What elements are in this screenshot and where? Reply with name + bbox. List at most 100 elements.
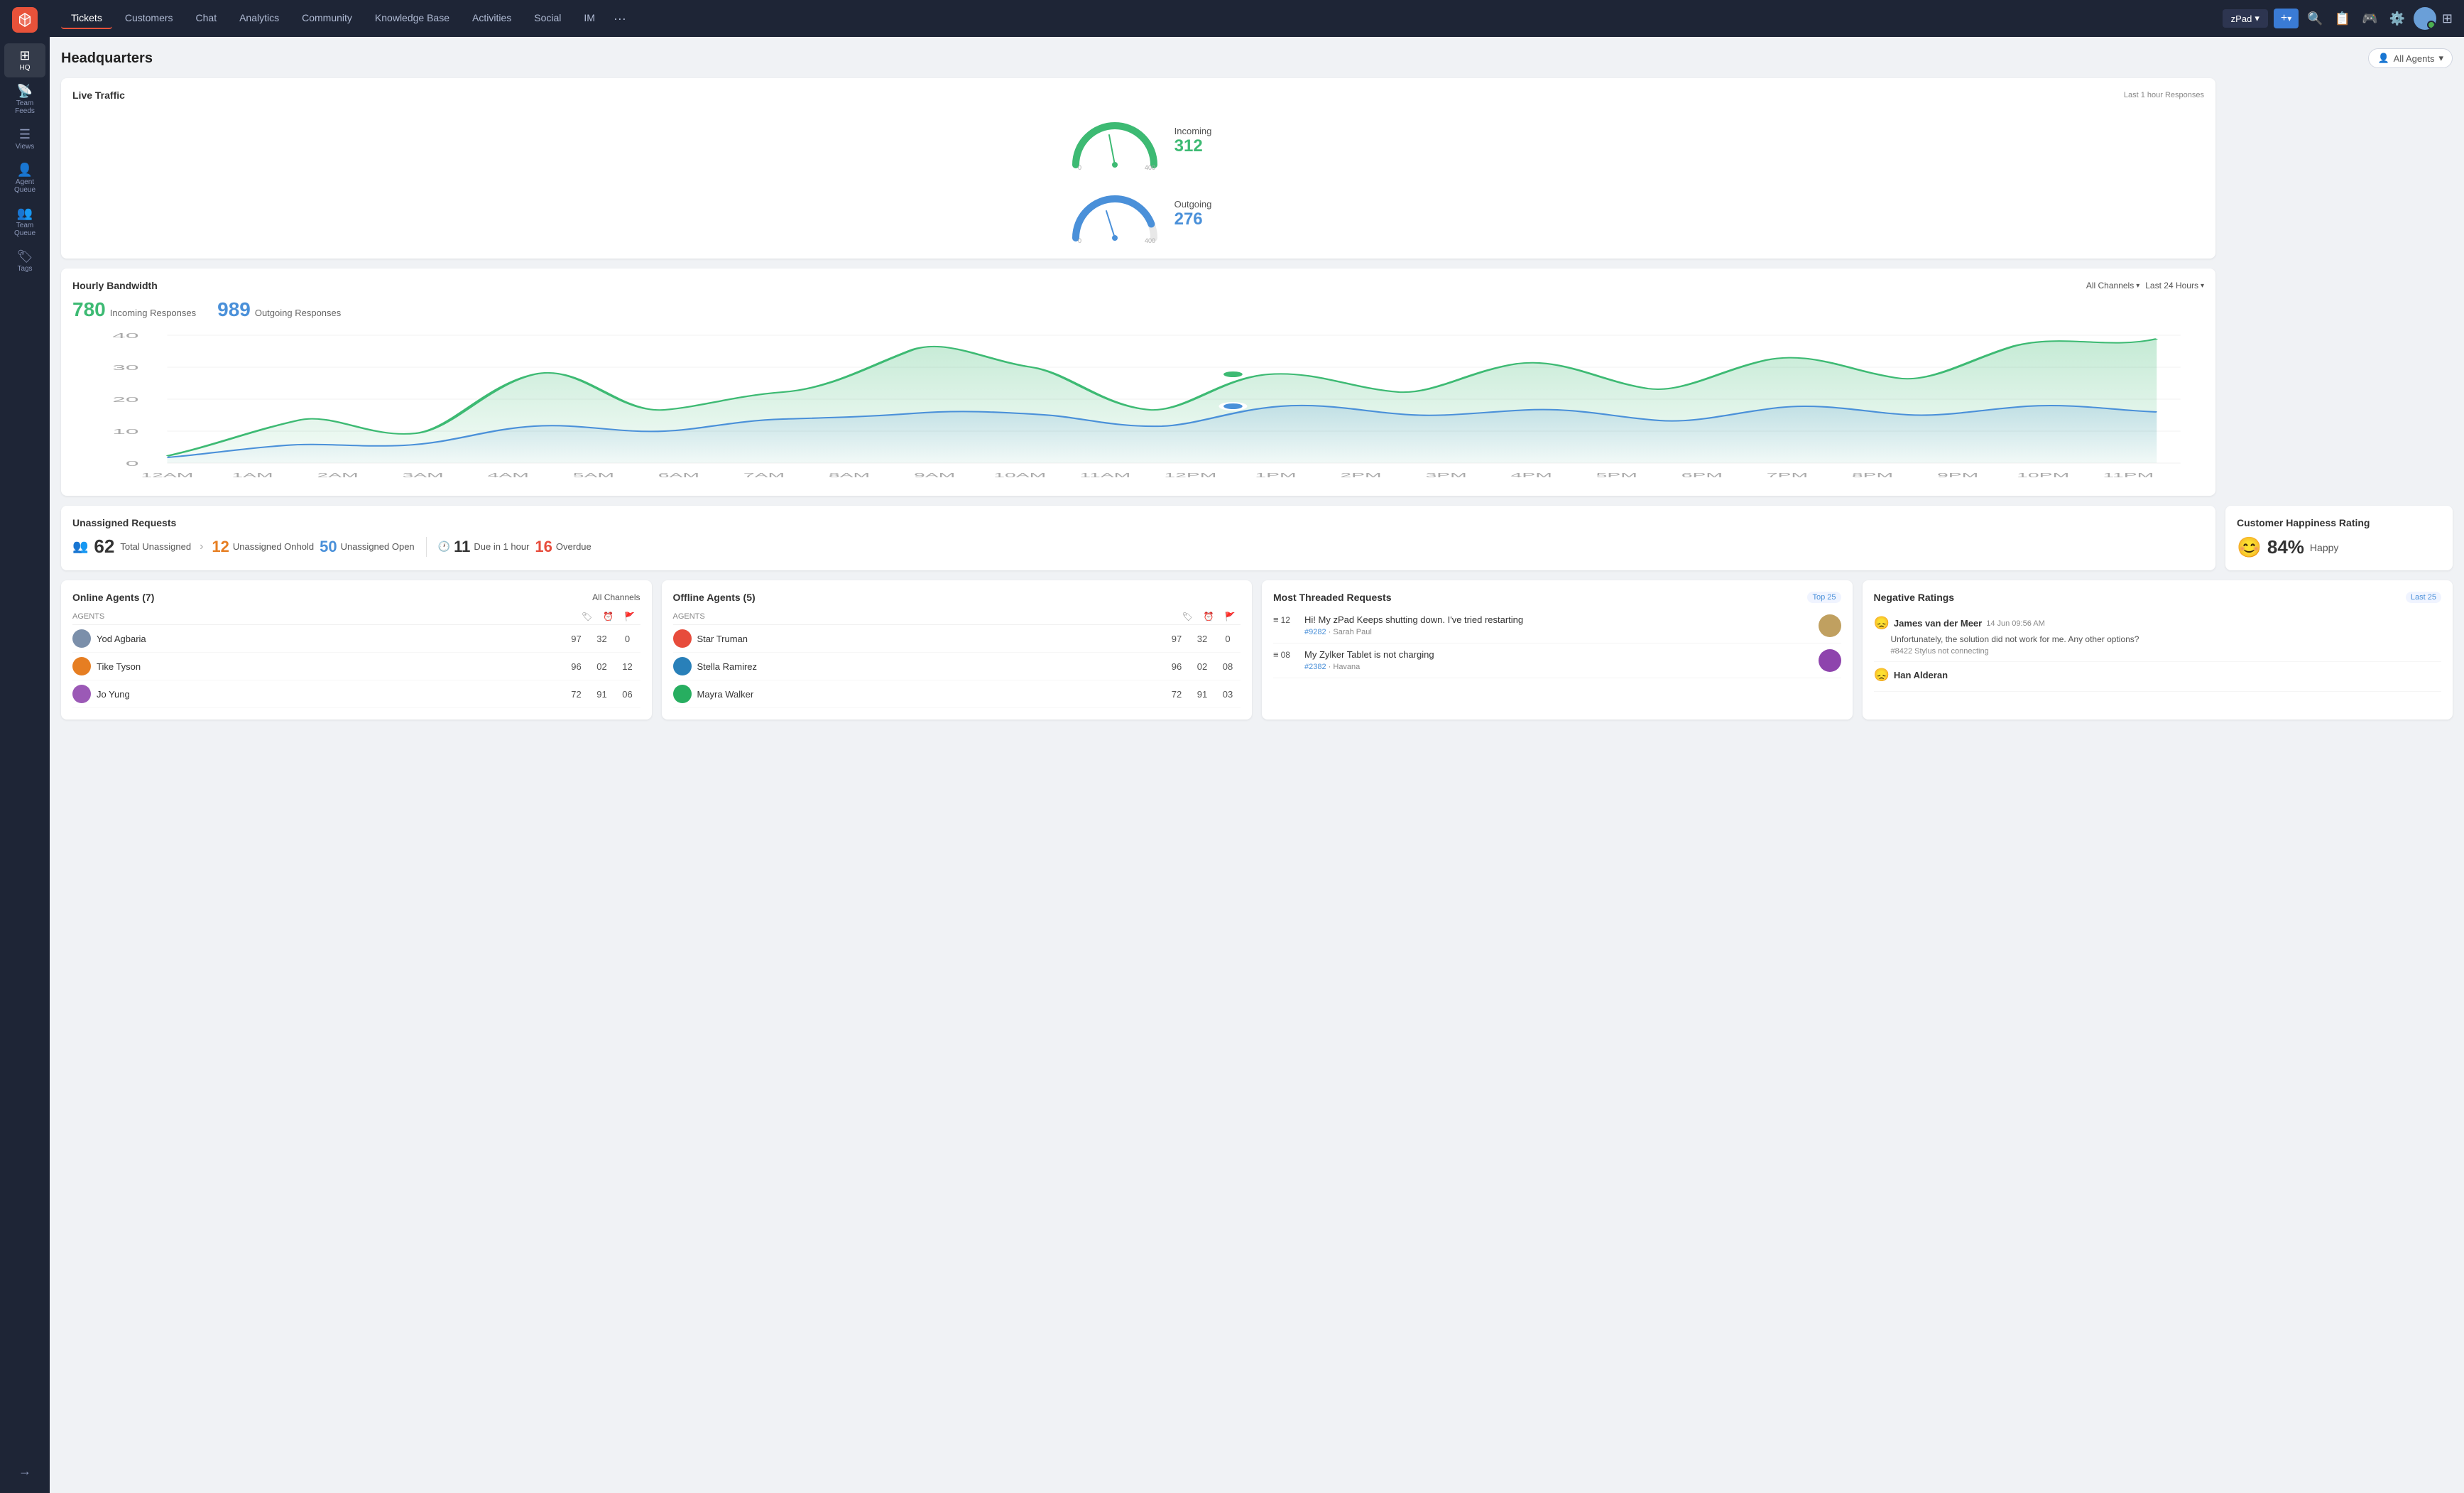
sidebar-item-team-feeds[interactable]: 📡 Team Feeds: [4, 79, 45, 121]
svg-text:8PM: 8PM: [1852, 472, 1893, 479]
outgoing-count: 989: [217, 298, 251, 321]
unassigned-users-icon: 👥: [72, 539, 88, 554]
clock-col-icon: ⏰: [1198, 612, 1219, 621]
sidebar-item-team-queue[interactable]: 👥 Team Queue: [4, 201, 45, 243]
incoming-stat: 780 Incoming Responses: [72, 298, 196, 321]
user-avatar[interactable]: [2414, 7, 2436, 30]
sidebar-collapse-btn[interactable]: →: [11, 1457, 38, 1486]
svg-text:5AM: 5AM: [573, 472, 614, 479]
team-feeds-icon: 📡: [17, 85, 33, 97]
nav-social[interactable]: Social: [524, 8, 571, 29]
table-row: Jo Yung 72 91 06: [72, 680, 640, 708]
neg-header: 😞 Han Alderan: [1874, 668, 2442, 683]
online-agents-filter[interactable]: All Channels: [592, 592, 640, 602]
arrow-right-icon: ›: [197, 541, 206, 553]
thread-count: ≡ 08: [1273, 649, 1299, 660]
svg-text:400: 400: [1145, 164, 1155, 171]
nav-tickets[interactable]: Tickets: [61, 8, 112, 29]
svg-text:9PM: 9PM: [1937, 472, 1978, 479]
agent-name: Star Truman: [697, 634, 1165, 644]
agents-col-label: AGENTS: [72, 612, 577, 621]
sidebar-label-team-queue: Team Queue: [9, 222, 41, 237]
nav-knowledge-base[interactable]: Knowledge Base: [365, 8, 459, 29]
outgoing-stat: 989 Outgoing Responses: [217, 298, 341, 321]
open-count: 50: [320, 538, 337, 556]
incoming-gauge-svg: 0 400: [1065, 108, 1165, 172]
online-agents-title: Online Agents (7): [72, 592, 154, 603]
nav-analytics[interactable]: Analytics: [229, 8, 289, 29]
agent-stat-2: 02: [589, 661, 615, 672]
nav-chat[interactable]: Chat: [186, 8, 227, 29]
add-button[interactable]: + ▾: [2274, 9, 2299, 28]
live-traffic-subtitle: Last 1 hour Responses: [2124, 91, 2204, 99]
smiley-icon: 😊: [2237, 536, 2262, 559]
agent-name: Mayra Walker: [697, 689, 1165, 700]
agent-stat-3: 12: [615, 661, 640, 672]
sidebar-label-agent-queue: Agent Queue: [9, 178, 41, 194]
agents-filter-dropdown[interactable]: 👤 All Agents ▾: [2368, 48, 2453, 68]
gamepad-button[interactable]: 🎮: [2359, 9, 2380, 29]
online-agents-header: Online Agents (7) All Channels: [72, 592, 640, 603]
bandwidth-filters: All Channels Last 24 Hours: [2086, 281, 2204, 291]
unassigned-card: Unassigned Requests 👥 62 Total Unassigne…: [61, 506, 2215, 570]
app-grid-icon[interactable]: ⊞: [2442, 11, 2453, 26]
live-traffic-header: Live Traffic Last 1 hour Responses: [72, 89, 2204, 101]
table-row: Tike Tyson 96 02 12: [72, 653, 640, 680]
tag-col-icon: 🏷: [1177, 612, 1198, 621]
incoming-label: Incoming Responses: [110, 308, 196, 318]
sidebar-item-hq[interactable]: ⊞ HQ: [4, 43, 45, 77]
thread-content: Hi! My zPad Keeps shutting down. I've tr…: [1304, 614, 1813, 636]
onhold-count: 12: [212, 538, 229, 556]
agent-stat-1: 72: [1164, 689, 1189, 700]
nav-right-actions: zPad ▾ + ▾ 🔍 📋 🎮 ⚙️ ⊞: [2223, 7, 2453, 30]
open-stat: 50 Unassigned Open: [320, 538, 415, 556]
unassigned-header: Unassigned Requests: [72, 517, 2204, 528]
search-button[interactable]: 🔍: [2304, 9, 2326, 29]
top-navigation: Tickets Customers Chat Analytics Communi…: [50, 0, 2464, 37]
main-area: Tickets Customers Chat Analytics Communi…: [50, 0, 2464, 1493]
sidebar-item-tags[interactable]: 🏷 Tags: [4, 244, 45, 278]
channel-filter[interactable]: All Channels: [2086, 281, 2139, 291]
blue-dot: [1221, 403, 1245, 410]
sidebar-bottom: →: [11, 1457, 38, 1486]
thread-count-value: 08: [1281, 650, 1290, 660]
svg-text:7PM: 7PM: [1767, 472, 1808, 479]
ticket-number: #2382: [1304, 663, 1326, 671]
sidebar-item-views[interactable]: ☰ Views: [4, 122, 45, 156]
views-icon: ☰: [19, 128, 31, 141]
neg-date: 14 Jun 09:56 AM: [1986, 619, 2045, 628]
avatar: [72, 685, 91, 703]
nav-activities[interactable]: Activities: [462, 8, 521, 29]
agents-filter-label: All Agents: [2394, 53, 2435, 64]
avatar: [72, 629, 91, 648]
live-traffic-card: Live Traffic Last 1 hour Responses: [61, 78, 2215, 259]
tag-col-icon: 🏷: [577, 612, 598, 621]
app-logo[interactable]: [12, 7, 38, 33]
nav-im[interactable]: IM: [574, 8, 605, 29]
bookmark-button[interactable]: 📋: [2332, 9, 2353, 29]
nav-more-icon[interactable]: ···: [608, 7, 632, 31]
offline-agents-title: Offline Agents (5): [673, 592, 756, 603]
time-filter[interactable]: Last 24 Hours: [2145, 281, 2204, 291]
settings-button[interactable]: ⚙️: [2386, 9, 2407, 29]
agent-queue-icon: 👤: [17, 163, 33, 176]
add-icon: +: [2281, 12, 2287, 25]
avatar: [673, 629, 692, 648]
last25-badge: Last 25: [2406, 592, 2441, 603]
nav-community[interactable]: Community: [292, 8, 362, 29]
happiness-percentage: 84%: [2267, 536, 2304, 558]
zpad-label: zPad: [2231, 13, 2252, 24]
svg-text:11AM: 11AM: [1079, 472, 1130, 479]
agent-stat-3: 0: [615, 634, 640, 644]
outgoing-gauge-info: Outgoing 276: [1174, 199, 1212, 229]
agent-stat-2: 32: [1189, 634, 1215, 644]
outgoing-gauge-svg: 0 400: [1065, 181, 1165, 245]
ticket-number: #9282: [1304, 628, 1326, 636]
sad-icon: 😞: [1874, 616, 1890, 631]
table-row: Yod Agbaria 97 32 0: [72, 625, 640, 653]
svg-text:3PM: 3PM: [1425, 472, 1466, 479]
sidebar-label-views: Views: [16, 143, 35, 151]
zpad-button[interactable]: zPad ▾: [2223, 9, 2268, 28]
nav-customers[interactable]: Customers: [115, 8, 183, 29]
sidebar-item-agent-queue[interactable]: 👤 Agent Queue: [4, 158, 45, 200]
